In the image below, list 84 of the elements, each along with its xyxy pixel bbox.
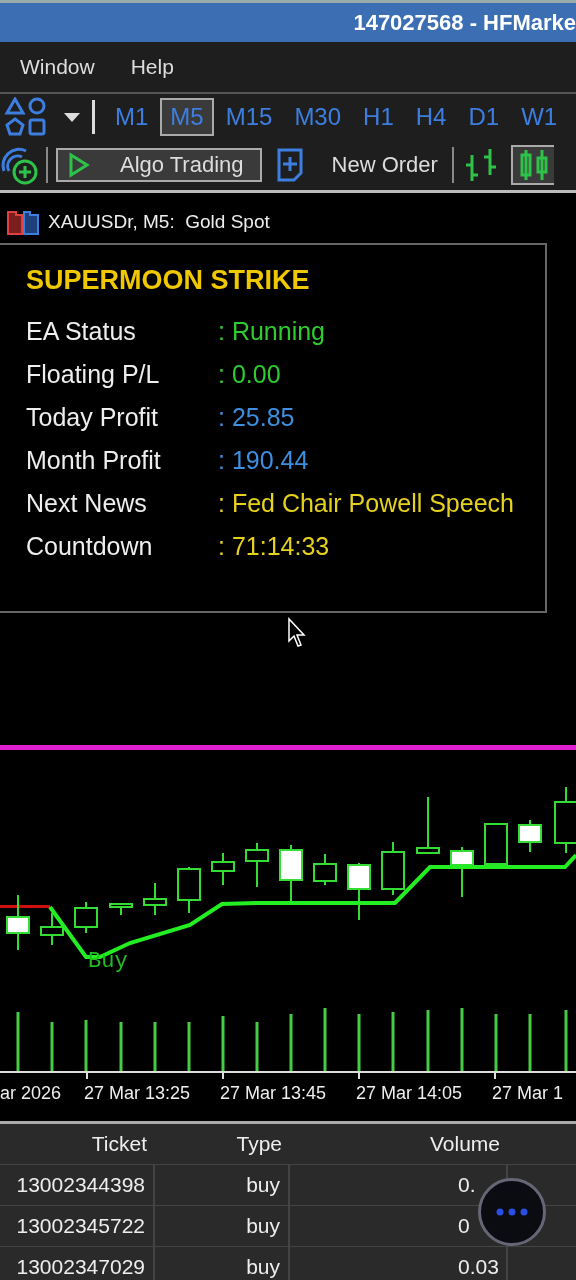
time-label: 27 Mar 13:45 — [220, 1083, 327, 1103]
volume-bar — [187, 1022, 191, 1071]
play-icon — [68, 152, 90, 178]
status-label: Countdown — [26, 532, 154, 561]
timeframe-button[interactable]: H1 — [353, 98, 404, 136]
candle — [347, 862, 371, 921]
volume-bar — [426, 1010, 430, 1071]
table-cell: 0.03 — [290, 1247, 508, 1280]
volume-bar — [323, 1008, 327, 1071]
candle — [143, 882, 167, 916]
panel-title: SUPERMOON STRIKE — [26, 265, 311, 296]
candle — [279, 844, 303, 902]
table-cell: 13002347029 — [0, 1247, 155, 1280]
time-label: ar 2026 — [0, 1083, 62, 1103]
timeframe-button[interactable]: D1 — [458, 98, 510, 136]
algo-trading-button[interactable]: Algo Trading — [56, 148, 262, 182]
menu-item[interactable]: Window — [20, 55, 95, 79]
table-cell: 13002345722 — [0, 1206, 155, 1246]
time-label: 27 Mar 13:25 — [84, 1083, 191, 1103]
volume-bar — [221, 1016, 225, 1071]
candle — [416, 796, 440, 854]
cursor-icon — [288, 617, 306, 647]
candle — [518, 819, 542, 853]
candle — [381, 841, 405, 896]
candle — [40, 912, 64, 946]
table-cell: 13002344398 — [0, 1165, 155, 1205]
candle — [74, 901, 98, 934]
status-value: : Fed Chair Powell Speech — [218, 489, 515, 518]
volume-bar — [289, 1014, 293, 1071]
candle — [450, 846, 474, 898]
time-label: 27 Mar 1 — [492, 1083, 564, 1103]
chart-tab-title[interactable]: XAUUSDr, M5: Gold Spot — [48, 211, 270, 233]
volume-bar — [255, 1022, 259, 1071]
menu-item[interactable]: Help — [130, 55, 174, 79]
volume-bar — [50, 1022, 54, 1071]
volume-bar — [357, 1014, 361, 1071]
volume-bar — [119, 1022, 123, 1071]
time-label: 27 Mar 14:05 — [356, 1083, 463, 1103]
status-label: Floating P/L — [26, 360, 161, 389]
table-cell: buy — [155, 1247, 290, 1280]
dropdown-icon[interactable] — [62, 111, 82, 123]
volume-bar — [153, 1022, 157, 1071]
new-document-icon — [275, 147, 304, 183]
more-icon — [495, 1207, 529, 1217]
volume-bar — [391, 1012, 395, 1071]
table-cell: 0. — [290, 1165, 508, 1205]
status-value: : 0.00 — [218, 360, 282, 389]
shapes-icon[interactable] — [4, 97, 48, 137]
candle — [211, 852, 235, 886]
table-cell — [508, 1247, 576, 1280]
table-cell: buy — [155, 1206, 290, 1246]
candle — [484, 822, 508, 866]
new-order-button[interactable]: New Order — [269, 147, 444, 183]
candle — [313, 853, 337, 886]
volume-bar — [460, 1008, 464, 1071]
status-label: Today Profit — [26, 403, 159, 432]
status-label: Month Profit — [26, 446, 162, 475]
timeframe-button[interactable]: W1 — [511, 98, 568, 136]
volume-bar — [494, 1014, 498, 1071]
chart-window-icon — [6, 208, 40, 236]
timeframe-button[interactable]: M30 — [284, 98, 352, 136]
candle — [245, 842, 269, 888]
status-value: : 71:14:33 — [218, 532, 331, 561]
candle — [109, 902, 133, 916]
signal-label: Buy — [88, 949, 128, 974]
status-value: : Running — [218, 317, 327, 346]
signal-line — [0, 905, 50, 908]
volume-bar — [16, 1012, 20, 1071]
status-value: : 190.44 — [218, 446, 310, 475]
volume-bar — [528, 1014, 532, 1071]
timeframe-button[interactable]: M15 — [215, 98, 283, 136]
volume-bar — [564, 1010, 568, 1071]
window-title: 147027568 - HFMarke — [353, 9, 576, 36]
timeframe-button[interactable]: H4 — [405, 98, 457, 136]
candlestick-icon[interactable] — [509, 144, 554, 186]
status-label: EA Status — [26, 317, 137, 346]
status-value: : 25.85 — [218, 403, 296, 432]
candle — [6, 894, 30, 951]
timeframe-button[interactable]: M1 — [105, 98, 159, 136]
candle — [177, 866, 201, 914]
signal-add-icon[interactable] — [0, 145, 38, 185]
volume-bar — [84, 1020, 88, 1071]
status-label: Next News — [26, 489, 148, 518]
table-cell: buy — [155, 1165, 290, 1205]
